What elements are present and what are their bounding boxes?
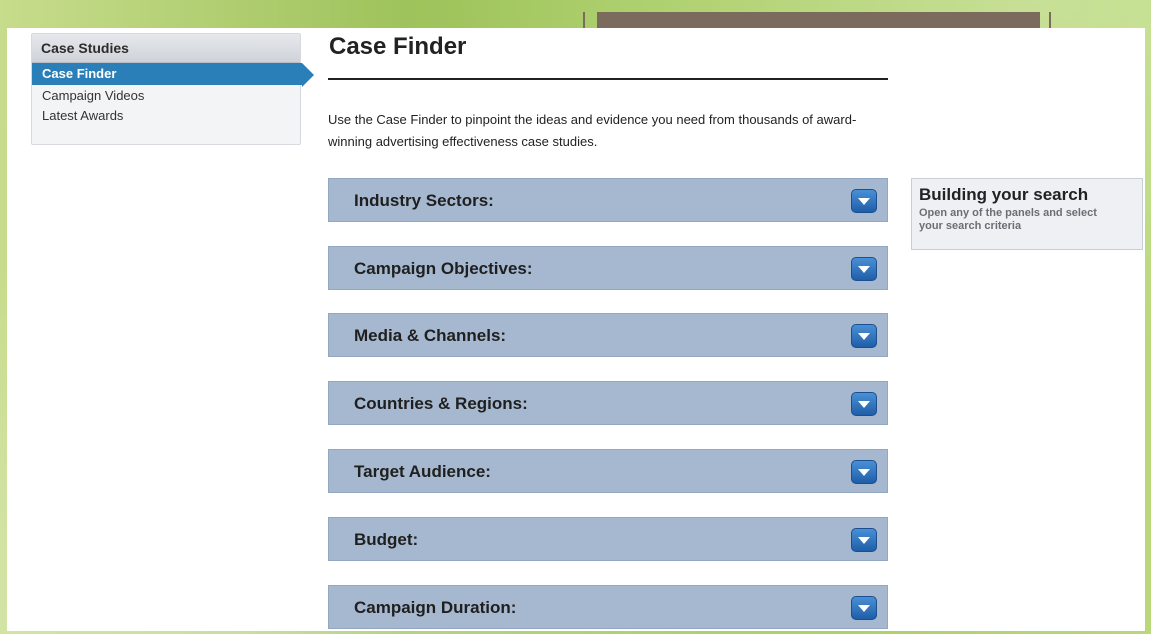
- panel-label: Campaign Objectives:: [354, 259, 533, 278]
- chevron-down-icon[interactable]: [851, 189, 877, 213]
- panel-label: Countries & Regions:: [354, 394, 528, 413]
- panel-industry-sectors[interactable]: Industry Sectors:: [328, 178, 888, 222]
- page-title: Case Finder: [329, 33, 467, 60]
- top-decoration-tick: [1049, 12, 1051, 28]
- panel-media-channels[interactable]: Media & Channels:: [328, 313, 888, 357]
- panel-campaign-objectives[interactable]: Campaign Objectives:: [328, 246, 888, 290]
- sidebar-item-latest-awards[interactable]: Latest Awards: [32, 105, 300, 125]
- panel-campaign-duration[interactable]: Campaign Duration:: [328, 585, 888, 629]
- chevron-down-icon[interactable]: [851, 392, 877, 416]
- panel-budget[interactable]: Budget:: [328, 517, 888, 561]
- panel-label: Budget:: [354, 530, 419, 549]
- intro-text: Use the Case Finder to pinpoint the idea…: [328, 112, 857, 149]
- chevron-down-icon[interactable]: [851, 460, 877, 484]
- sidebar-header: Case Studies: [32, 34, 300, 63]
- panel-target-audience[interactable]: Target Audience:: [328, 449, 888, 493]
- sidebar-item-case-finder[interactable]: Case Finder: [32, 63, 314, 87]
- panel-label: Media & Channels:: [354, 326, 507, 345]
- sidebar: Case Studies Case Finder Campaign Videos…: [31, 33, 314, 145]
- title-divider: [328, 78, 888, 80]
- search-help-box: Building your search Open any of the pan…: [911, 178, 1143, 250]
- top-decoration-bar: [597, 12, 1040, 28]
- panel-label: Industry Sectors:: [354, 191, 494, 210]
- search-help-title: Building your search: [919, 185, 1089, 204]
- panel-label: Target Audience:: [354, 462, 491, 481]
- top-decoration-tick: [583, 12, 585, 28]
- sidebar-item-campaign-videos[interactable]: Campaign Videos: [32, 85, 300, 105]
- chevron-down-icon[interactable]: [851, 257, 877, 281]
- panel-countries-regions[interactable]: Countries & Regions:: [328, 381, 888, 425]
- chevron-down-icon[interactable]: [851, 324, 877, 348]
- chevron-down-icon[interactable]: [851, 596, 877, 620]
- panel-label: Campaign Duration:: [354, 598, 517, 617]
- search-help-text: Open any of the panels and select your s…: [919, 207, 1097, 232]
- chevron-down-icon[interactable]: [851, 528, 877, 552]
